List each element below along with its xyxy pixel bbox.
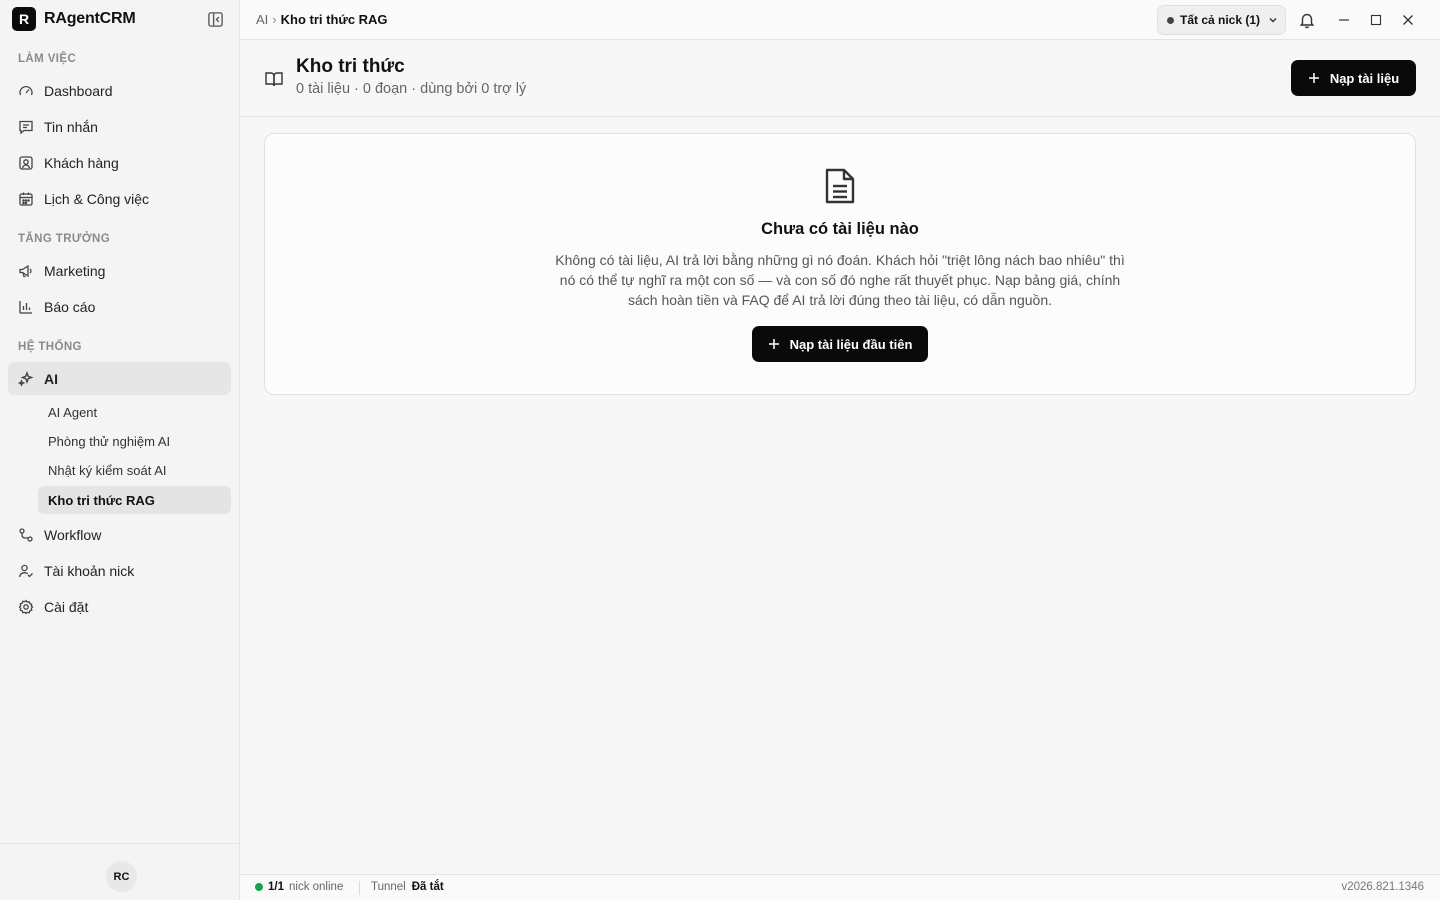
upload-document-label: Nạp tài liệu [1329,70,1400,86]
empty-state-title: Chưa có tài liệu nào [761,220,919,238]
file-text-icon [823,167,857,205]
sidebar-item-label: AI [44,370,58,387]
sidebar-item-marketing[interactable]: Marketing [8,254,231,287]
upload-first-document-button[interactable]: Nạp tài liệu đầu tiên [752,326,928,362]
app-version: v2026.821.1346 [1341,881,1425,893]
sidebar-subitem-ai-lab[interactable]: Phòng thử nghiệm AI [38,427,231,455]
sidebar-item-ai[interactable]: AI [8,362,231,395]
brand[interactable]: R RAgentCRM [12,7,136,31]
workflow-icon [18,527,34,543]
user-check-icon [18,563,34,579]
breadcrumb: AI › Kho tri thức RAG [256,12,388,27]
nick-online-status: 1/1 nick online [255,881,343,893]
brand-logo: R [12,7,36,31]
sidebar-item-label: Cài đặt [44,598,89,615]
chevron-down-icon [1268,15,1278,25]
sidebar-item-label: Workflow [44,526,102,543]
brand-name: RAgentCRM [44,10,136,27]
book-open-icon [264,69,284,89]
sidebar-item-calendar[interactable]: Lịch & Công việc [8,182,231,215]
sidebar-item-settings[interactable]: Cài đặt [8,590,231,623]
sidebar-footer: RC [0,843,239,900]
sidebar-item-dashboard[interactable]: Dashboard [8,74,231,107]
upload-first-document-label: Nạp tài liệu đầu tiên [789,336,913,352]
sidebar-item-messages[interactable]: Tin nhắn [8,110,231,143]
section-label-growth: TĂNG TRƯỞNG [18,233,111,245]
sidebar: R RAgentCRM LÀM VIỆC Dashboard Tin nhắn … [0,0,240,900]
close-icon[interactable] [1399,11,1417,29]
page-subtitle: 0 tài liệu · 0 đoạn · dùng bởi 0 trợ lý [296,81,527,97]
sidebar-item-nick-accounts[interactable]: Tài khoản nick [8,554,231,587]
minimize-icon[interactable] [1335,11,1353,29]
sidebar-item-label: Khách hàng [44,154,119,171]
empty-state-card: Chưa có tài liệu nào Không có tài liệu, … [264,133,1416,395]
online-count: 1/1 [268,881,284,893]
breadcrumb-current: Kho tri thức RAG [280,12,388,27]
sidebar-subitem-rag-knowledge[interactable]: Kho tri thức RAG [38,486,231,514]
tunnel-status: Tunnel Đã tắt [371,881,444,893]
sidebar-item-label: Dashboard [44,82,113,99]
topbar: AI › Kho tri thức RAG Tất cả nick (1) [240,0,1440,40]
gear-icon [18,599,34,615]
tunnel-value: Đã tắt [411,881,444,893]
sidebar-item-label: Marketing [44,262,106,279]
status-divider [359,881,360,895]
maximize-icon[interactable] [1367,11,1385,29]
page-title: Kho tri thức [296,56,405,77]
sparkles-icon [18,370,34,387]
avatar[interactable]: RC [106,861,137,892]
sidebar-item-label: Tài khoản nick [44,562,135,579]
page-header: Kho tri thức 0 tài liệu · 0 đoạn · dùng … [240,40,1440,117]
bell-icon[interactable] [1298,11,1316,29]
sidebar-subitem-ai-agent[interactable]: AI Agent [38,398,231,426]
upload-document-button[interactable]: Nạp tài liệu [1291,60,1416,96]
plus-icon [768,338,780,350]
sidebar-item-label: Tin nhắn [44,118,98,135]
breadcrumb-separator: › [272,12,277,27]
empty-state-description: Không có tài liệu, AI trả lời bằng những… [555,252,1125,308]
sidebar-item-customers[interactable]: Khách hàng [8,146,231,179]
nick-select[interactable]: Tất cả nick (1) [1157,5,1286,35]
sidebar-item-reports[interactable]: Báo cáo [8,290,231,323]
bar-chart-icon [18,299,34,315]
status-dot [1167,16,1174,24]
nick-select-label: Tất cả nick (1) [1180,13,1261,27]
online-dot [255,883,263,891]
message-icon [18,119,34,135]
megaphone-icon [18,263,34,279]
sidebar-item-workflow[interactable]: Workflow [8,518,231,551]
gauge-icon [18,83,34,99]
section-label-work: LÀM VIỆC [18,53,77,65]
plus-icon [1308,72,1320,84]
breadcrumb-parent[interactable]: AI [256,12,268,27]
online-label: nick online [289,881,344,893]
tunnel-label: Tunnel [371,881,406,893]
section-label-system: HỆ THỐNG [18,341,82,353]
sidebar-item-label: Báo cáo [44,298,96,315]
sidebar-item-label: Lịch & Công việc [44,190,150,207]
calendar-icon [18,191,34,207]
status-bar: 1/1 nick online Tunnel Đã tắt v2026.821.… [240,874,1440,900]
contact-icon [18,155,34,171]
sidebar-collapse-icon[interactable] [207,11,224,28]
sidebar-subitem-ai-audit-log[interactable]: Nhật ký kiểm soát AI [38,456,231,484]
